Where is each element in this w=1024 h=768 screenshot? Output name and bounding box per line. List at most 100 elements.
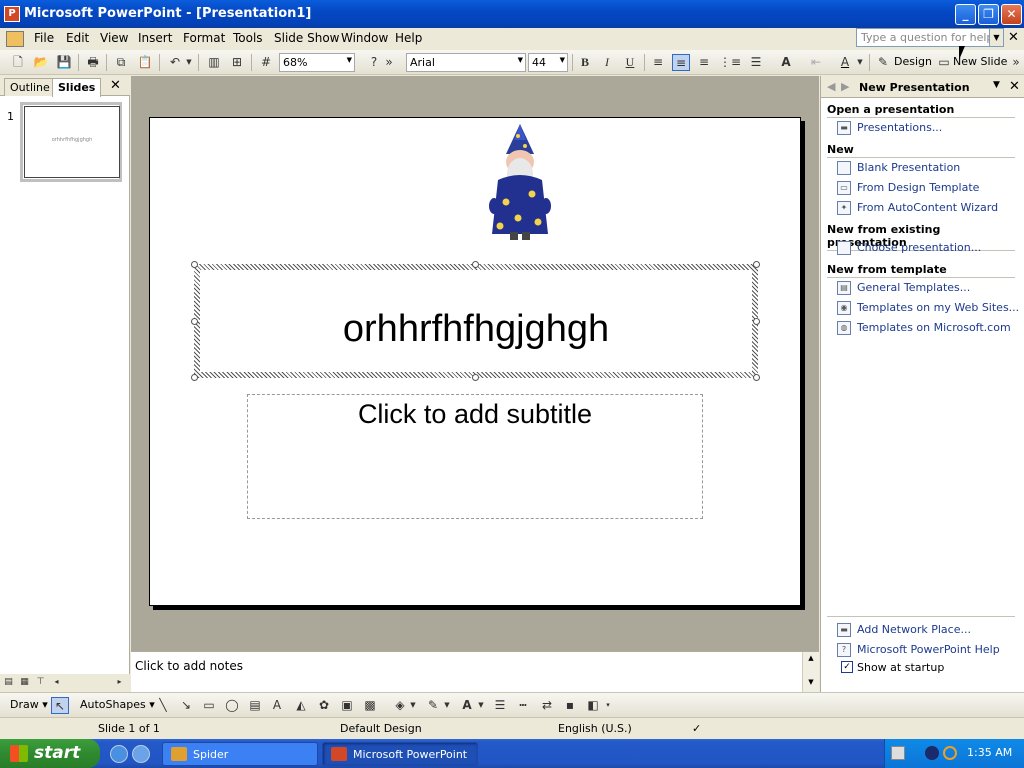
wordart-icon[interactable]: A <box>268 697 286 714</box>
subtitle-placeholder[interactable]: Click to add subtitle <box>247 394 703 519</box>
bullets-icon[interactable]: ☰ <box>747 54 765 71</box>
save-icon[interactable]: 💾 <box>55 54 73 71</box>
help-search-input[interactable]: Type a question for help ▼ <box>856 28 1004 47</box>
chevron-down-icon[interactable]: ▼ <box>476 697 486 714</box>
new-slide-icon[interactable]: ▭ <box>935 54 953 71</box>
chart-icon[interactable]: ▥ <box>205 54 223 71</box>
3d-icon[interactable]: ◧ <box>584 697 602 714</box>
rectangle-icon[interactable]: ▭ <box>200 697 218 714</box>
menu-file[interactable]: File <box>30 31 58 45</box>
print-icon[interactable]: 🖶 <box>84 54 102 71</box>
help-icon[interactable]: ? <box>365 54 383 71</box>
slide-title[interactable]: orhhrfhfhgjghgh <box>200 308 752 351</box>
resize-handle[interactable] <box>191 318 198 325</box>
resize-handle[interactable] <box>753 374 760 381</box>
chevron-down-icon[interactable]: ▾ <box>603 697 613 714</box>
menu-view[interactable]: View <box>96 31 132 45</box>
forward-icon[interactable]: ▶ <box>841 80 849 93</box>
underline-button[interactable]: U <box>621 54 639 71</box>
resize-handle[interactable] <box>191 374 198 381</box>
link-templates-web-sites[interactable]: Templates on my Web Sites... <box>857 301 1019 314</box>
grid-icon[interactable]: # <box>257 54 275 71</box>
link-autocontent-wizard[interactable]: From AutoContent Wizard <box>857 201 998 214</box>
resize-handle[interactable] <box>753 318 760 325</box>
menu-tools[interactable]: Tools <box>229 31 267 45</box>
resize-handle[interactable] <box>753 261 760 268</box>
oval-icon[interactable]: ◯ <box>223 697 241 714</box>
menu-edit[interactable]: Edit <box>62 31 93 45</box>
align-left-icon[interactable]: ≡ <box>649 54 667 71</box>
resize-handle[interactable] <box>472 261 479 268</box>
tab-slides[interactable]: Slides <box>52 78 102 97</box>
link-choose-presentation[interactable]: Choose presentation... <box>857 241 981 254</box>
menu-format[interactable]: Format <box>179 31 229 45</box>
open-icon[interactable]: 📂 <box>32 54 50 71</box>
chevron-down-icon[interactable]: ▼ <box>518 56 523 64</box>
chevron-down-icon[interactable]: ▼ <box>560 56 565 64</box>
font-color-icon[interactable]: A <box>458 697 476 714</box>
arrow-icon[interactable]: ↘ <box>177 697 195 714</box>
tab-outline[interactable]: Outline <box>4 78 56 96</box>
draw-menu-button[interactable]: Draw ▾ <box>10 698 48 711</box>
picture-icon[interactable]: ▣ <box>338 697 356 714</box>
scroll-up-icon[interactable]: ▲ <box>803 654 819 662</box>
chevron-down-icon[interactable]: ▼ <box>408 697 418 714</box>
align-center-icon[interactable]: ≡ <box>672 54 690 71</box>
link-templates-microsoft[interactable]: Templates on Microsoft.com <box>857 321 1011 334</box>
resize-handle[interactable] <box>191 261 198 268</box>
paste-icon[interactable]: 📋 <box>136 54 154 71</box>
restore-button[interactable]: ❐ <box>978 4 999 25</box>
slideshow-view-icon[interactable]: ⊤ <box>34 675 47 689</box>
taskbar-item-spider[interactable]: Spider <box>162 742 318 766</box>
toolbar-options-icon[interactable]: » <box>1010 54 1022 71</box>
slide-sorter-icon[interactable]: ▦ <box>18 675 31 689</box>
font-select[interactable]: Arial ▼ <box>406 53 526 72</box>
link-add-network-place[interactable]: Add Network Place... <box>857 623 971 636</box>
numbering-icon[interactable]: ⋮≡ <box>719 54 741 71</box>
line-color-icon[interactable]: ✎ <box>424 697 442 714</box>
wizard-clipart-icon[interactable] <box>480 122 560 242</box>
notes-scrollbar[interactable]: ▲ ▼ <box>802 652 819 693</box>
toolbar-options-icon[interactable]: » <box>383 54 395 71</box>
align-right-icon[interactable]: ≡ <box>695 54 713 71</box>
link-presentations[interactable]: Presentations... <box>857 121 942 134</box>
autoshapes-button[interactable]: AutoShapes ▾ <box>80 698 155 711</box>
select-pointer-icon[interactable]: ↖ <box>51 697 69 714</box>
start-button[interactable]: start <box>0 739 100 768</box>
diagram-icon[interactable]: ◭ <box>292 697 310 714</box>
dash-style-icon[interactable]: ┅ <box>514 697 532 714</box>
normal-view-icon[interactable]: ▤ <box>2 675 15 689</box>
menu-slide-show[interactable]: Slide Show <box>270 31 343 45</box>
link-from-design-template[interactable]: From Design Template <box>857 181 979 194</box>
link-blank-presentation[interactable]: Blank Presentation <box>857 161 960 174</box>
show-at-startup-checkbox[interactable]: ✓ <box>841 661 853 673</box>
font-color-icon[interactable]: A <box>836 54 854 71</box>
notes-pane[interactable]: Click to add notes ▲ ▼ <box>131 651 819 693</box>
insert-picture-icon[interactable]: ▩ <box>361 697 379 714</box>
close-icon[interactable]: ✕ <box>1009 79 1020 94</box>
decrease-indent-icon[interactable]: ⇤ <box>807 54 825 71</box>
bold-button[interactable]: B <box>576 54 594 71</box>
new-icon[interactable]: 🗋 <box>9 54 27 71</box>
scroll-left-icon[interactable]: ◂ <box>50 675 63 689</box>
outlook-icon[interactable] <box>132 745 150 763</box>
title-placeholder[interactable]: orhhrfhfhgjghgh <box>194 264 758 378</box>
undo-icon[interactable]: ↶ <box>166 54 184 71</box>
design-button[interactable]: Design <box>894 55 932 68</box>
design-icon[interactable]: ✎ <box>874 54 892 71</box>
menu-help[interactable]: Help <box>391 31 426 45</box>
subtitle-text[interactable]: Click to add subtitle <box>248 399 702 430</box>
close-icon[interactable]: ✕ <box>110 78 121 93</box>
notes-placeholder[interactable]: Click to add notes <box>135 659 243 673</box>
taskbar-item-powerpoint[interactable]: Microsoft PowerPoint ... <box>322 742 478 768</box>
scroll-right-icon[interactable]: ▸ <box>113 675 126 689</box>
search-icon[interactable] <box>943 746 957 760</box>
chevron-down-icon[interactable]: ▼ <box>989 29 1003 46</box>
chevron-down-icon[interactable]: ▼ <box>855 54 865 71</box>
keyboard-icon[interactable] <box>891 746 905 760</box>
back-icon[interactable]: ◀ <box>827 80 835 93</box>
scroll-down-icon[interactable]: ▼ <box>803 678 819 686</box>
chevron-down-icon[interactable]: ▼ <box>184 54 194 71</box>
close-document-icon[interactable]: ✕ <box>1008 30 1019 45</box>
table-icon[interactable]: ⊞ <box>228 54 246 71</box>
